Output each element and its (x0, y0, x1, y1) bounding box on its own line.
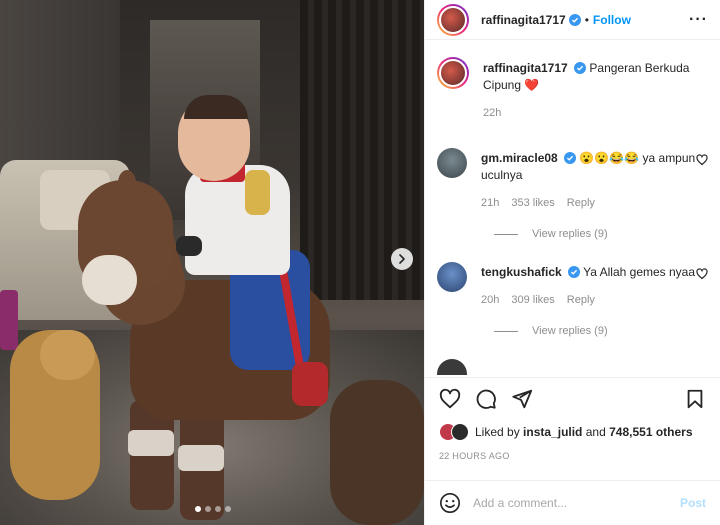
add-comment-bar: Post (425, 480, 720, 525)
verified-badge-icon (568, 266, 581, 278)
follow-button[interactable]: Follow (593, 13, 631, 27)
caption-age: 22h (483, 107, 502, 119)
comments-list[interactable]: raffinagita1717 Pangeran Berkuda Cipung … (425, 45, 720, 375)
photo-horse-hoof (178, 445, 224, 471)
comment: gm.miracle08 😮😮😂😂 ya ampun uculnya 21h 3… (437, 148, 708, 240)
photo-horse-hoof (128, 430, 174, 456)
comment-age: 21h (481, 197, 500, 209)
comment-bubble-icon[interactable] (475, 388, 497, 410)
comment-like-heart-icon[interactable] (696, 154, 708, 166)
verified-badge-icon (568, 13, 581, 26)
heart-emoji: ❤️ (524, 78, 540, 92)
comment-likes[interactable]: 309 likes (511, 292, 554, 309)
view-replies-label: View replies (9) (532, 325, 608, 337)
carousel-dot (215, 506, 221, 512)
emoji-smiley-icon[interactable] (439, 492, 461, 514)
comment-username[interactable]: gm.miracle08 (481, 151, 558, 165)
author-avatar[interactable] (437, 3, 469, 36)
post-sidebar: raffinagita1717 • Follow ··· raffinagita… (424, 0, 720, 525)
post-comment-button[interactable]: Post (680, 496, 706, 510)
comment: tengkushafick Ya Allah gemes nyaa 20h 30… (437, 262, 708, 337)
likes-connector: and (585, 425, 606, 439)
photo-baby-shoe (292, 362, 328, 406)
verified-badge-icon (564, 152, 577, 164)
author-username[interactable]: raffinagita1717 (481, 13, 566, 27)
chevron-right-icon (399, 254, 405, 264)
commenter-avatar[interactable] (437, 262, 467, 292)
caption-username[interactable]: raffinagita1717 (483, 61, 568, 75)
photo-horse-muzzle (82, 255, 137, 305)
comment-age: 20h (481, 294, 500, 306)
likes-summary: Liked by insta_julid and 748,551 others (439, 423, 706, 441)
photo-horse-handle (176, 236, 202, 256)
bookmark-icon[interactable] (684, 388, 706, 410)
likes-prefix: Liked by (475, 425, 520, 439)
comment-reply-button[interactable]: Reply (567, 195, 595, 212)
post-actions: Liked by insta_julid and 748,551 others … (425, 377, 720, 461)
caption: raffinagita1717 Pangeran Berkuda Cipung … (437, 57, 708, 122)
likes-others[interactable]: 748,551 others (609, 425, 692, 439)
carousel-indicator (195, 506, 231, 512)
comment-reply-button[interactable]: Reply (567, 292, 595, 309)
carousel-dot (195, 506, 201, 512)
commenter-avatar[interactable] (437, 359, 467, 375)
share-send-icon[interactable] (511, 388, 533, 410)
comment-text: Ya Allah gemes nyaa (583, 265, 696, 279)
likes-user[interactable]: insta_julid (523, 425, 582, 439)
photo-toy-horse-right (330, 380, 424, 525)
carousel-dot (205, 506, 211, 512)
comment-partial (437, 359, 708, 375)
view-replies-button[interactable]: View replies (9) (494, 228, 708, 240)
like-heart-icon[interactable] (439, 388, 461, 410)
comment-input[interactable] (473, 496, 680, 510)
view-replies-label: View replies (9) (532, 228, 608, 240)
commenter-avatar[interactable] (437, 148, 467, 178)
post-header: raffinagita1717 • Follow ··· (425, 0, 720, 40)
post-timestamp[interactable]: 22 HOURS AGO (439, 451, 706, 461)
comment-likes[interactable]: 353 likes (511, 195, 554, 212)
post-photo[interactable] (0, 0, 424, 525)
photo-toy-horse-left-head (40, 330, 95, 380)
caption-meta: 22h (483, 105, 708, 122)
photo-baby-epaulette (245, 170, 270, 215)
more-options-button[interactable]: ··· (689, 11, 708, 29)
header-separator: • (584, 12, 589, 27)
caption-author-avatar[interactable] (437, 57, 469, 89)
comment-like-heart-icon[interactable] (696, 268, 708, 280)
comment-username[interactable]: tengkushafick (481, 265, 562, 279)
carousel-dot (225, 506, 231, 512)
view-replies-button[interactable]: View replies (9) (494, 325, 708, 337)
next-slide-button[interactable] (391, 248, 413, 270)
verified-badge-icon (574, 62, 587, 74)
photo-toy-box (0, 290, 18, 350)
liker-avatar[interactable] (451, 423, 469, 441)
